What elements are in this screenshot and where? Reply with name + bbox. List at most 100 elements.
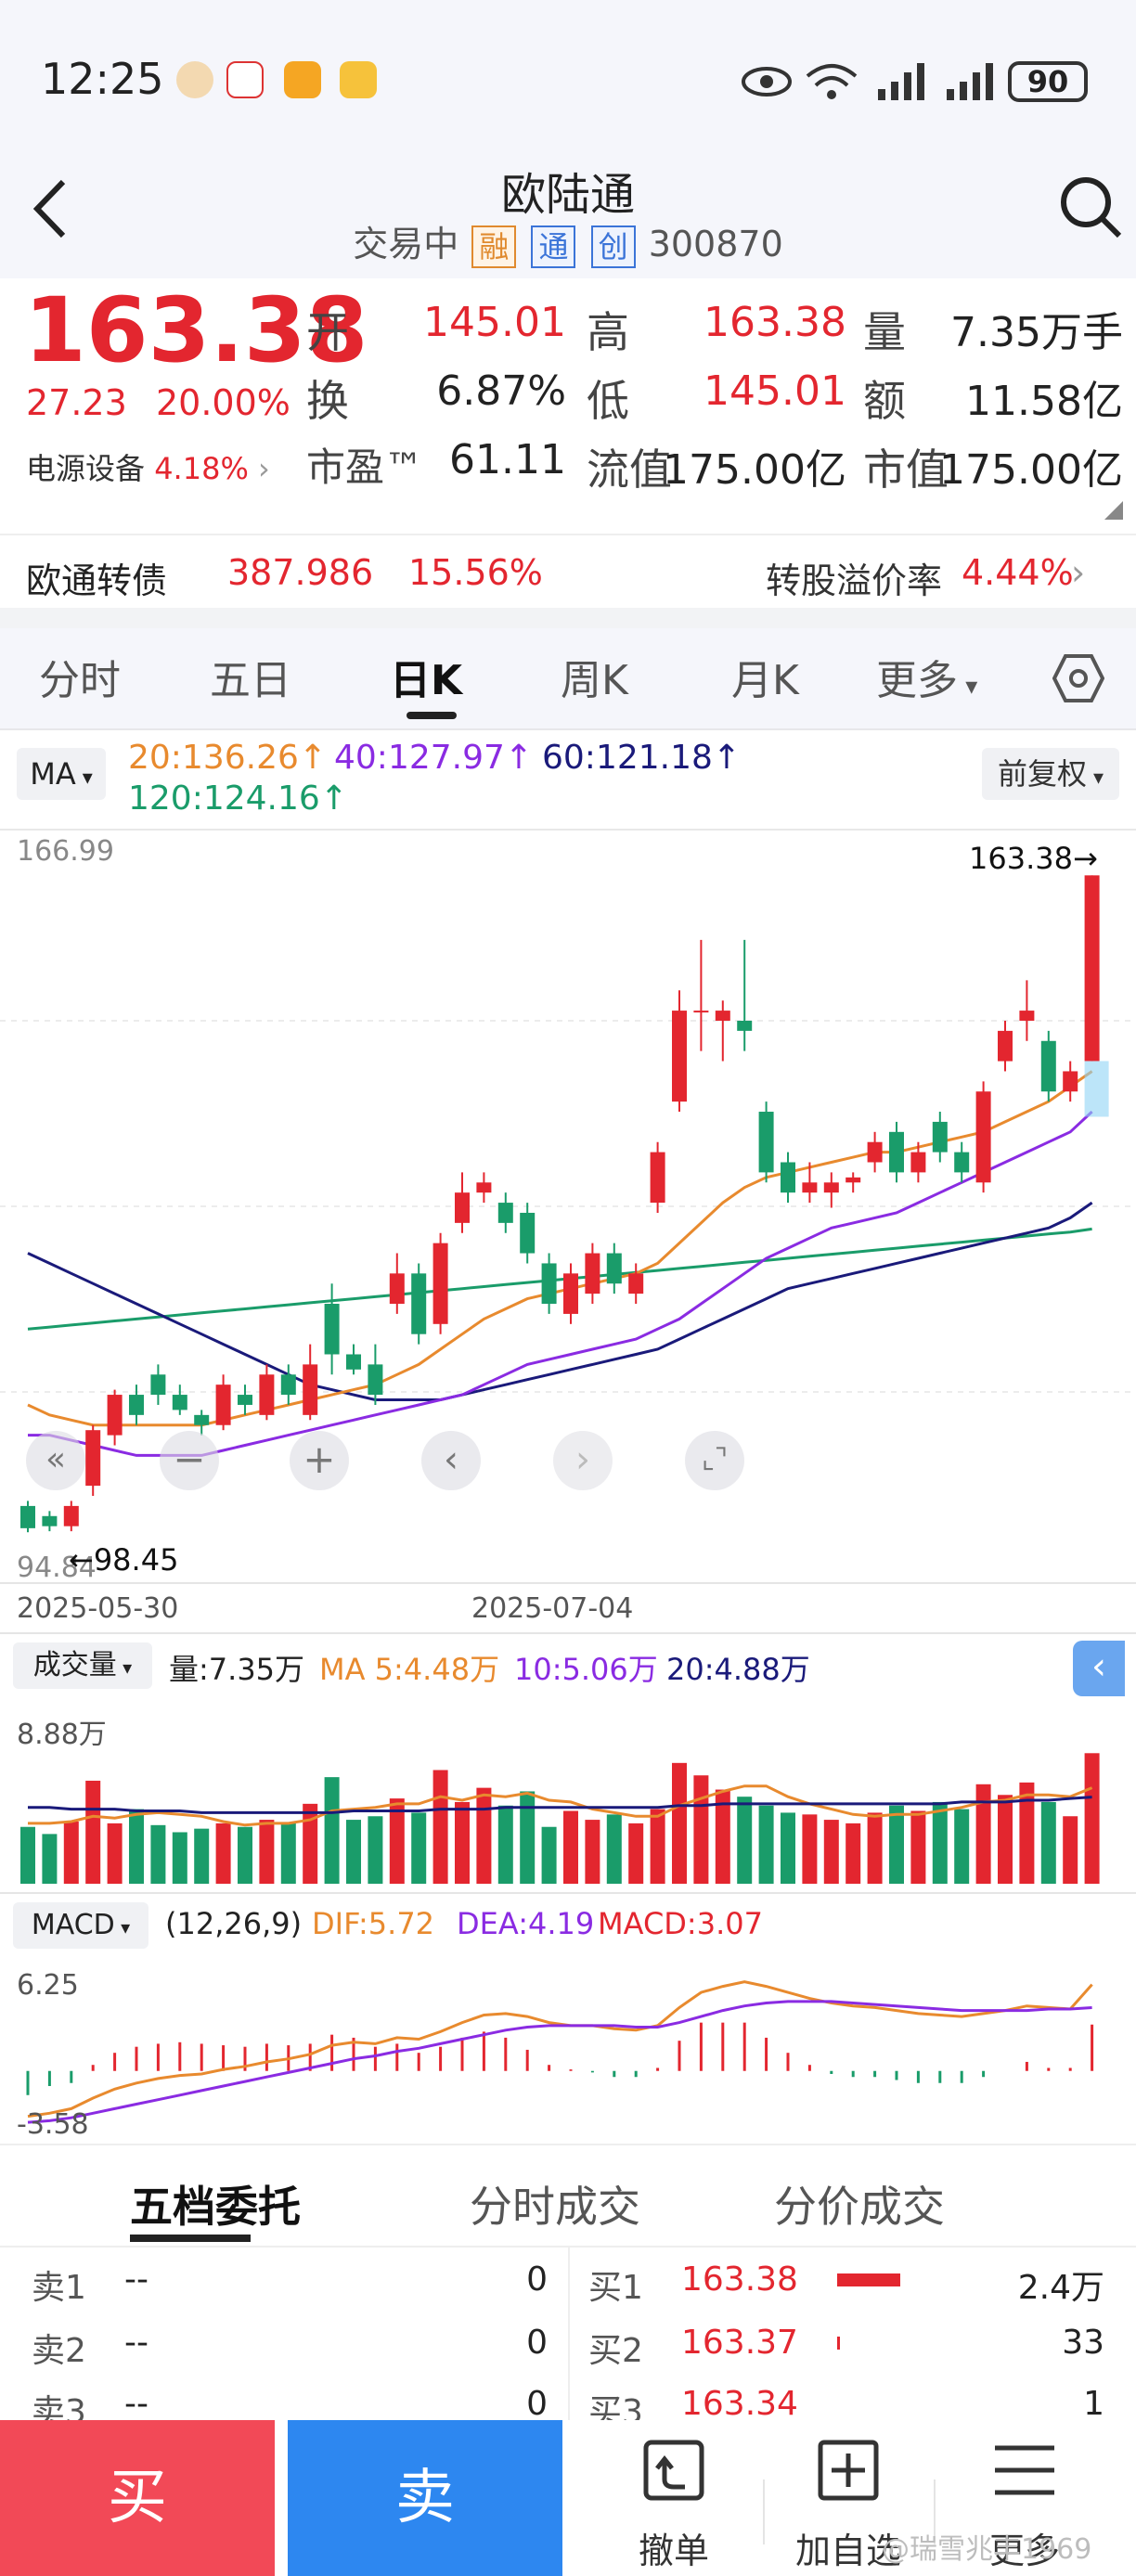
- candle-body: [303, 1364, 318, 1415]
- volume-bar: [280, 1823, 296, 1884]
- volume-axis-max: 8.88万: [17, 1719, 107, 1751]
- field-value: 163.38: [704, 299, 846, 346]
- candle-body: [954, 1152, 970, 1173]
- volume-bar: [1084, 1753, 1100, 1884]
- low-marker: ←98.45: [69, 1542, 179, 1578]
- quote-panel: 163.38 27.23 20.00% 电源设备 4.18% › 开 145.0…: [0, 278, 1136, 529]
- tab-order-book[interactable]: 五档委托: [130, 2173, 301, 2235]
- tag-chinext: 创: [590, 225, 636, 268]
- field-label: 开: [306, 307, 349, 357]
- candle-body: [520, 1212, 536, 1254]
- field-value: 145.01: [704, 367, 846, 415]
- expand-corner-icon[interactable]: [1104, 501, 1123, 520]
- volume-bars: [0, 1753, 1136, 1894]
- candle-body: [1040, 1040, 1056, 1092]
- volume-bar: [172, 1832, 187, 1884]
- sell-button[interactable]: 卖: [288, 2420, 562, 2576]
- volume-selector[interactable]: 成交量 ▾: [13, 1642, 152, 1689]
- convertible-bond-row[interactable]: 欧通转债 387.986 15.56% 转股溢价率 4.44% ›: [0, 534, 1136, 608]
- volume-ma10: 10:5.06万: [514, 1652, 658, 1687]
- candle-body: [889, 1131, 904, 1173]
- scroll-left-icon[interactable]: «: [26, 1431, 85, 1490]
- buy-button[interactable]: 买: [0, 2420, 275, 2576]
- volume-ma20-line: [28, 1796, 1092, 1814]
- candle-body: [497, 1203, 513, 1223]
- sell-qty: 0: [526, 2260, 548, 2299]
- volume-bar: [194, 1828, 210, 1884]
- settings-hex-icon[interactable]: [1052, 652, 1104, 704]
- sell-qty: 0: [526, 2324, 548, 2362]
- macd-layer: [26, 1980, 1094, 2124]
- cancel-order-label[interactable]: 撤单: [600, 2522, 748, 2573]
- next-icon[interactable]: ›: [553, 1431, 613, 1490]
- divider: [0, 608, 1136, 628]
- volume-bar: [215, 1823, 231, 1884]
- volume-bar: [129, 1809, 144, 1884]
- sector-link[interactable]: 电源设备 4.18% ›: [26, 445, 270, 488]
- tab-five-day[interactable]: 五日: [210, 647, 291, 706]
- prev-icon[interactable]: ‹: [421, 1431, 481, 1490]
- adjust-selector[interactable]: 前复权 ▾: [982, 748, 1119, 800]
- volume-bar: [432, 1770, 448, 1884]
- volume-amount: 量:7.35万: [169, 1652, 305, 1687]
- limit-highlight: [1084, 1061, 1109, 1117]
- candle-body: [1063, 1071, 1078, 1092]
- dif-line: [27, 1980, 1093, 2119]
- candle-body: [107, 1395, 123, 1436]
- eye-icon: [742, 67, 792, 97]
- ma120-line: [27, 1227, 1092, 1331]
- candle-body: [238, 1395, 252, 1405]
- status-time: 12:25: [41, 54, 164, 104]
- ma60-label: 60:121.18↑: [542, 739, 742, 777]
- sector-pct: 4.18%: [154, 451, 249, 486]
- fullscreen-icon[interactable]: ⌞⌝: [685, 1431, 744, 1490]
- candle-body: [846, 1177, 861, 1183]
- chevron-right-icon: ›: [1071, 552, 1086, 593]
- collapse-panel-icon[interactable]: ‹: [1073, 1641, 1125, 1696]
- volume-selector-label: 成交量: [32, 1649, 117, 1681]
- tab-intraday-trades[interactable]: 分时成交: [470, 2173, 640, 2235]
- buy-qty: 33: [1062, 2324, 1104, 2362]
- volume-bar: [954, 1809, 970, 1884]
- watermark: @瑞雪兆丰1969: [882, 2533, 1092, 2566]
- volume-ma5-line: [28, 1784, 1093, 1827]
- candle-body: [1084, 875, 1100, 1062]
- candle-body: [585, 1253, 600, 1294]
- search-icon[interactable]: [1058, 174, 1123, 239]
- price-change-pct: 20.00%: [156, 382, 290, 423]
- tab-weekly-k[interactable]: 周K: [561, 647, 628, 706]
- volume-bar: [693, 1775, 709, 1884]
- ma-selector[interactable]: MA ▾: [17, 748, 106, 800]
- volume-bar: [758, 1805, 774, 1884]
- ma-lines: [27, 1070, 1093, 1457]
- premium-value: 4.44%: [962, 552, 1074, 593]
- buy-price: 163.37: [681, 2324, 798, 2362]
- sell-label: 卖2: [32, 2332, 86, 2370]
- adjust-label: 前复权: [997, 756, 1087, 792]
- macd-params: (12,26,9): [165, 1906, 303, 1941]
- candle-body: [324, 1304, 340, 1355]
- tab-price-trades[interactable]: 分价成交: [774, 2173, 945, 2235]
- tab-monthly-k[interactable]: 月K: [731, 647, 799, 706]
- order-tabs: 五档委托 分时成交 分价成交: [0, 2144, 1136, 2246]
- macd-selector[interactable]: MACD ▾: [13, 1902, 148, 1949]
- volume-bar: [476, 1787, 492, 1884]
- zoom-out-icon[interactable]: −: [160, 1431, 219, 1490]
- volume-bar: [802, 1814, 818, 1884]
- order-book-divider: [568, 2248, 570, 2424]
- zoom-in-icon[interactable]: +: [290, 1431, 349, 1490]
- field-label: 量: [863, 307, 906, 357]
- candle-body: [411, 1273, 427, 1334]
- volume-bar: [1063, 1816, 1078, 1884]
- tab-daily-k[interactable]: 日K: [390, 647, 462, 706]
- tab-more[interactable]: 更多 ▾: [876, 647, 977, 706]
- more-menu-icon[interactable]: [988, 2433, 1062, 2507]
- signal-icon-2: [947, 63, 993, 100]
- candle-body: [606, 1253, 622, 1284]
- add-watchlist-icon[interactable]: [811, 2433, 885, 2507]
- tab-intraday[interactable]: 分时: [39, 647, 121, 706]
- kline-grid: [0, 1020, 1136, 1634]
- cancel-order-icon[interactable]: [637, 2433, 711, 2507]
- macd-axis-min: -3.58: [17, 2108, 89, 2141]
- kline-chart-area[interactable]: 166.99 94.84 163.38→ ←98.45 2025-05-30 2…: [0, 826, 1136, 2144]
